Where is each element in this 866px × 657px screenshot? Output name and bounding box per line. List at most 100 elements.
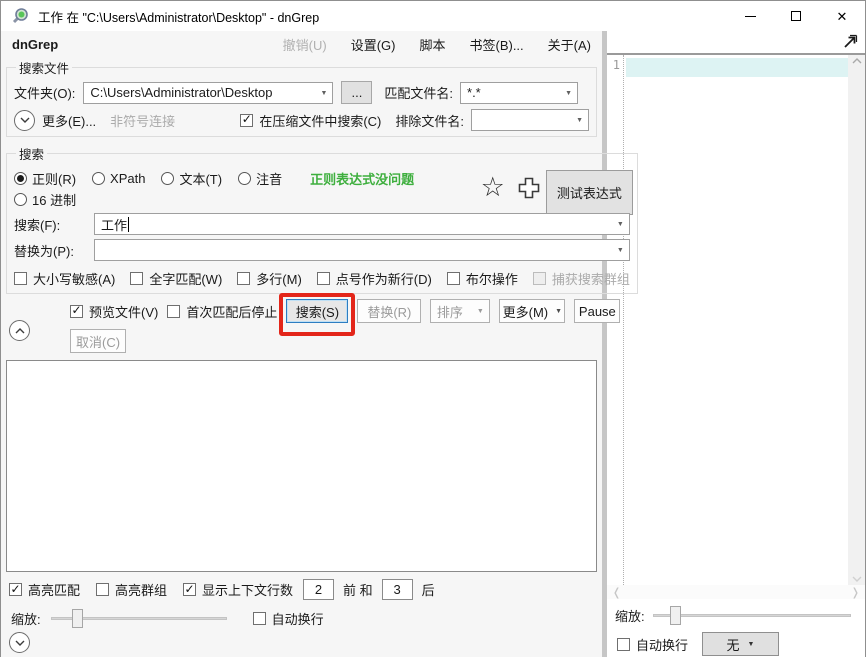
radio-text[interactable]: 文本(T) — [161, 169, 222, 188]
preview-file-checkbox[interactable] — [70, 305, 83, 318]
scroll-right-icon[interactable]: ❭ — [851, 586, 860, 599]
radio-regex-circle[interactable] — [14, 172, 27, 185]
search-button[interactable]: 搜索(S) — [286, 299, 348, 323]
scroll-left-icon[interactable]: ❬ — [612, 586, 621, 599]
dropdown-arrow-icon[interactable]: ▼ — [565, 90, 572, 97]
menu-script[interactable]: 脚本 — [419, 35, 445, 54]
option-boolean[interactable]: 布尔操作 — [447, 268, 518, 288]
dot-as-newline-label[interactable]: 点号作为新行(D) — [336, 269, 432, 288]
dropdown-arrow-icon[interactable]: ▼ — [320, 90, 327, 97]
radio-phonetic-label[interactable]: 注音 — [256, 169, 282, 188]
expand-more-options-button[interactable] — [14, 110, 35, 131]
radio-xpath-circle[interactable] — [92, 172, 105, 185]
whole-word-checkbox[interactable] — [130, 272, 143, 285]
browse-button[interactable]: ... — [341, 81, 372, 104]
replace-with-combobox[interactable]: ▼ — [94, 239, 630, 261]
syntax-select-button[interactable]: 无 ▼ — [702, 632, 779, 656]
multiline-checkbox[interactable] — [237, 272, 250, 285]
option-stop-after-first-match[interactable]: 首次匹配后停止 — [167, 302, 277, 321]
highlight-matches-label[interactable]: 高亮匹配 — [28, 580, 80, 599]
more-actions-button[interactable]: 更多(M) ▼ — [499, 299, 565, 323]
collapse-bottom-button[interactable] — [9, 632, 30, 653]
results-wrap-checkbox[interactable] — [253, 612, 266, 625]
minimize-button[interactable] — [727, 1, 773, 31]
preview-wrap-checkbox[interactable] — [617, 638, 630, 651]
whole-word-label[interactable]: 全字匹配(W) — [149, 269, 222, 288]
menu-settings[interactable]: 设置(G) — [351, 35, 396, 54]
dropdown-arrow-icon[interactable]: ▼ — [617, 247, 624, 254]
results-wrap-label[interactable]: 自动换行 — [272, 609, 324, 628]
stop-after-first-checkbox[interactable] — [167, 305, 180, 318]
horizontal-scrollbar[interactable]: ❬ ❭ — [607, 585, 865, 599]
radio-regex[interactable]: 正则(R) — [14, 169, 76, 188]
match-files-combobox[interactable]: *.* ▼ — [460, 82, 578, 104]
results-zoom-slider[interactable] — [51, 609, 227, 628]
dot-as-newline-checkbox[interactable] — [317, 272, 330, 285]
highlight-groups-label[interactable]: 高亮群组 — [115, 580, 167, 599]
more-options-label[interactable]: 更多(E)... — [42, 111, 96, 130]
search-for-combobox[interactable]: 工作 ▼ — [94, 213, 630, 235]
scroll-down-icon[interactable] — [852, 576, 862, 582]
more-actions-label[interactable]: 更多(M) — [503, 302, 549, 321]
preview-wrap-label[interactable]: 自动换行 — [636, 635, 688, 654]
dropdown-arrow-icon[interactable]: ▼ — [555, 308, 562, 315]
highlight-matches-checkbox[interactable] — [9, 583, 22, 596]
radio-hex-label[interactable]: 16 进制 — [32, 190, 76, 209]
preview-zoom-slider[interactable] — [653, 606, 851, 625]
editor-body[interactable] — [624, 55, 848, 585]
slider-thumb[interactable] — [72, 609, 83, 628]
folder-combobox[interactable]: C:\Users\Administrator\Desktop ▼ — [83, 82, 333, 104]
radio-regex-label[interactable]: 正则(R) — [32, 169, 76, 188]
bookmark-star-icon[interactable]: ☆ — [481, 174, 505, 201]
radio-xpath[interactable]: XPath — [92, 171, 145, 186]
case-sensitive-label[interactable]: 大小写敏感(A) — [33, 269, 115, 288]
search-archives-checkbox[interactable] — [240, 114, 253, 127]
option-show-context[interactable]: 显示上下文行数 — [183, 580, 293, 599]
vertical-scrollbar[interactable] — [848, 55, 865, 585]
preview-file-label[interactable]: 预览文件(V) — [89, 302, 158, 321]
context-before-input[interactable]: 2 — [303, 579, 334, 600]
radio-phonetic-circle[interactable] — [238, 172, 251, 185]
boolean-checkbox[interactable] — [447, 272, 460, 285]
dropdown-arrow-icon[interactable]: ▼ — [748, 641, 755, 648]
show-context-label[interactable]: 显示上下文行数 — [202, 580, 293, 599]
option-preview-wrap[interactable]: 自动换行 — [617, 635, 688, 654]
slider-thumb[interactable] — [670, 606, 681, 625]
slider-track[interactable] — [653, 614, 851, 617]
search-archives-label[interactable]: 在压缩文件中搜索(C) — [259, 111, 381, 130]
maximize-button[interactable] — [773, 1, 819, 31]
context-after-input[interactable]: 3 — [382, 579, 413, 600]
dropdown-arrow-icon[interactable]: ▼ — [617, 221, 624, 228]
dropdown-arrow-icon[interactable]: ▼ — [576, 117, 583, 124]
option-case-sensitive[interactable]: 大小写敏感(A) — [14, 268, 115, 288]
radio-xpath-label[interactable]: XPath — [110, 171, 145, 186]
multiline-label[interactable]: 多行(M) — [256, 269, 302, 288]
show-context-checkbox[interactable] — [183, 583, 196, 596]
scroll-up-icon[interactable] — [852, 58, 862, 64]
collapse-panel-button[interactable] — [9, 320, 30, 341]
radio-hex[interactable]: 16 进制 — [14, 190, 76, 209]
boolean-label[interactable]: 布尔操作 — [466, 269, 518, 288]
option-preview-file[interactable]: 预览文件(V) — [70, 302, 158, 321]
radio-phonetic[interactable]: 注音 — [238, 169, 282, 188]
syntax-value[interactable]: 无 — [727, 635, 740, 654]
highlight-groups-checkbox[interactable] — [96, 583, 109, 596]
menu-about[interactable]: 关于(A) — [548, 35, 591, 54]
case-sensitive-checkbox[interactable] — [14, 272, 27, 285]
radio-text-label[interactable]: 文本(T) — [179, 169, 222, 188]
option-dot-as-newline[interactable]: 点号作为新行(D) — [317, 268, 432, 288]
test-expression-button[interactable]: 测试表达式 — [546, 170, 633, 215]
add-bookmark-plus-icon[interactable] — [517, 176, 541, 200]
stop-after-first-label[interactable]: 首次匹配后停止 — [186, 302, 277, 321]
option-whole-word[interactable]: 全字匹配(W) — [130, 268, 222, 288]
option-highlight-groups[interactable]: 高亮群组 — [96, 580, 167, 599]
radio-text-circle[interactable] — [161, 172, 174, 185]
preview-editor[interactable]: 1 — [607, 53, 865, 585]
results-list[interactable] — [6, 360, 597, 572]
menu-bookmarks[interactable]: 书签(B)... — [469, 35, 523, 54]
option-results-wrap[interactable]: 自动换行 — [253, 609, 324, 628]
pause-button[interactable]: Pause — [574, 299, 620, 323]
close-button[interactable]: ✕ — [819, 1, 865, 31]
option-multiline[interactable]: 多行(M) — [237, 268, 302, 288]
radio-hex-circle[interactable] — [14, 193, 27, 206]
